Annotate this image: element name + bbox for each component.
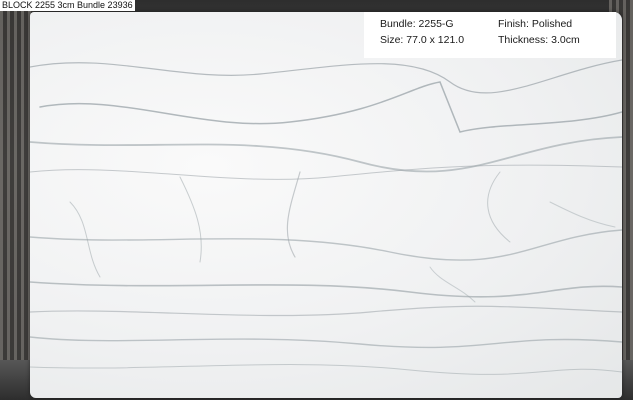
- size-value: 77.0 x 121.0: [406, 34, 465, 46]
- size-label: Size:: [380, 34, 404, 46]
- left-stone-rack: [0, 0, 34, 400]
- bundle-label: Bundle:: [380, 18, 416, 30]
- slab-photo: BLOCK 2255 3cm Bundle 23936 Bundle: 2255…: [0, 0, 633, 400]
- thickness-label: Thickness:: [498, 34, 549, 46]
- thickness-info: Thickness: 3.0cm: [498, 34, 580, 46]
- finish-label: Finish:: [498, 18, 529, 30]
- slab-info-panel: Bundle: 2255-G Finish: Polished Size: 77…: [364, 12, 616, 58]
- finish-info: Finish: Polished: [498, 18, 572, 30]
- finish-value: Polished: [531, 18, 573, 30]
- bundle-value: 2255-G: [418, 18, 454, 30]
- marble-veins: [30, 59, 622, 375]
- thickness-value: 3.0cm: [551, 34, 580, 46]
- marble-slab: [30, 12, 622, 398]
- bundle-info: Bundle: 2255-G: [380, 18, 454, 30]
- size-info: Size: 77.0 x 121.0: [380, 34, 464, 46]
- photo-caption: BLOCK 2255 3cm Bundle 23936: [0, 0, 135, 11]
